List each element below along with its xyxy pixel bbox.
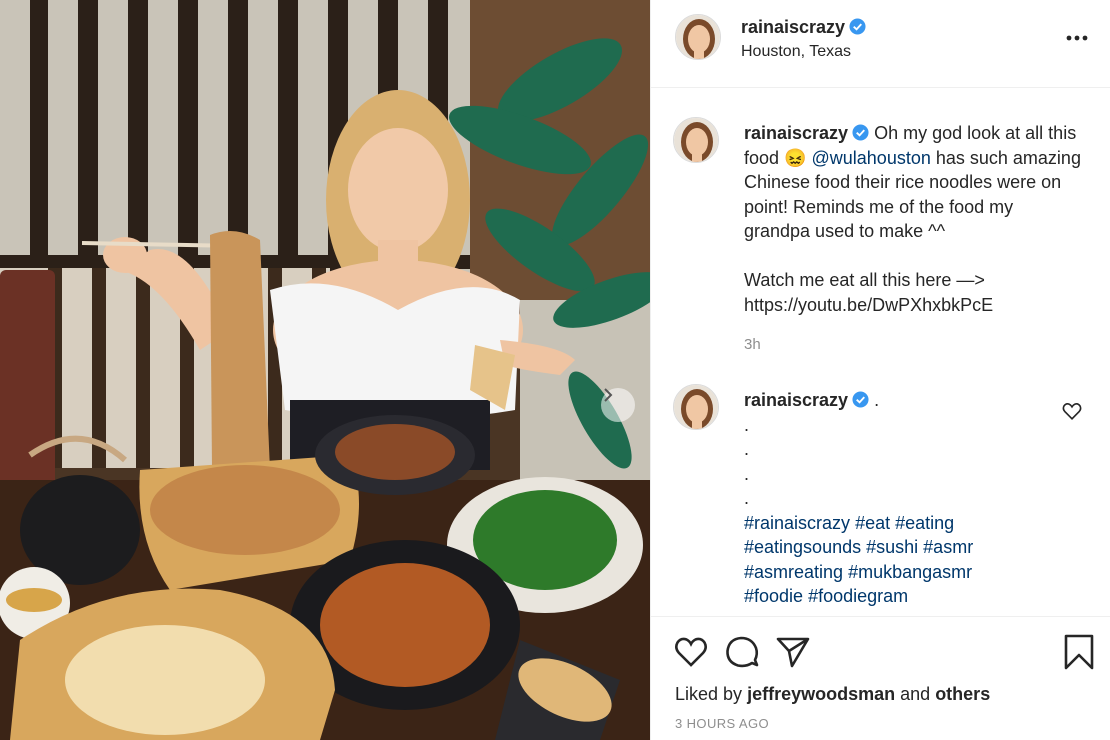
caption-watch: Watch me eat all this here —> (744, 270, 985, 290)
comment-username[interactable]: rainaiscrazy (744, 390, 848, 410)
hashtag-link[interactable]: #rainaiscrazy (744, 513, 850, 533)
hashtag-link[interactable]: #sushi (866, 537, 918, 557)
comment-dot-line: . (744, 488, 750, 508)
food-photo-illustration (0, 0, 650, 740)
comment-avatar[interactable] (673, 384, 719, 430)
avatar-photo (676, 15, 720, 59)
author-username-text[interactable]: rainaiscrazy (741, 17, 845, 37)
comment-text: rainaiscrazy . . . . . #rainaiscrazy #ea… (744, 388, 1084, 609)
caption-username[interactable]: rainaiscrazy (744, 123, 848, 143)
liked-by-label: Liked by (675, 684, 743, 704)
post-header: rainaiscrazy Houston, Texas (651, 0, 1110, 88)
comment-dot: . (874, 390, 880, 410)
hashtag-link[interactable]: #foodiegram (808, 586, 908, 606)
verified-badge-icon (852, 391, 869, 408)
verified-badge-icon (852, 124, 869, 141)
next-photo-button[interactable] (601, 388, 635, 422)
avatar-photo (674, 385, 718, 429)
save-icon[interactable] (1061, 634, 1097, 670)
more-options-icon (1066, 35, 1088, 41)
liked-by-text: Liked by jeffreywoodsman and others (675, 684, 990, 705)
like-icon[interactable] (673, 634, 709, 670)
post-timestamp[interactable]: 3 HOURS AGO (675, 716, 769, 731)
share-icon[interactable] (775, 634, 811, 670)
comments-list[interactable]: rainaiscrazy Oh my god look at all this … (651, 88, 1110, 616)
avatar-photo (674, 118, 718, 162)
caption-avatar[interactable] (673, 117, 719, 163)
more-options-button[interactable] (1062, 26, 1092, 50)
hashtag-link[interactable]: #asmr (923, 537, 973, 557)
hashtag-link[interactable]: #eating (895, 513, 954, 533)
comment-dot-line: . (744, 463, 750, 484)
instagram-post: rainaiscrazy Houston, Texas rainaiscrazy… (0, 0, 1110, 740)
caption-time[interactable]: 3h (744, 336, 761, 353)
post-actions: Liked by jeffreywoodsman and others 3 HO… (651, 616, 1110, 740)
caption-comment: rainaiscrazy Oh my god look at all this … (651, 117, 1110, 357)
post-photo[interactable] (0, 0, 650, 740)
hashtag-link[interactable]: #eatingsounds (744, 537, 861, 557)
post-side-panel: rainaiscrazy Houston, Texas rainaiscrazy… (650, 0, 1110, 740)
verified-badge-icon (849, 18, 866, 35)
liked-by-and: and (900, 684, 931, 704)
comment-dot-line: . (744, 414, 750, 435)
comment-icon[interactable] (724, 634, 760, 670)
caption-mention[interactable]: @wulahouston (812, 148, 931, 168)
post-location[interactable]: Houston, Texas (741, 43, 851, 61)
hashtag-link[interactable]: #eat (855, 513, 890, 533)
caption-text: rainaiscrazy Oh my god look at all this … (744, 121, 1084, 317)
hashtag-link[interactable]: #foodie (744, 586, 803, 606)
caption-link[interactable]: https://youtu.be/DwPXhxbkPcE (744, 295, 993, 315)
author-avatar[interactable] (675, 14, 721, 60)
liked-by-user[interactable]: jeffreywoodsman (747, 684, 895, 704)
hashtag-link[interactable]: #asmreating (744, 562, 843, 582)
author-username[interactable]: rainaiscrazy (741, 17, 866, 38)
hashtag-comment: rainaiscrazy . . . . . #rainaiscrazy #ea… (651, 384, 1110, 614)
caption-emoji: 😖 (784, 147, 807, 168)
comment-dot-line: . (744, 439, 750, 459)
liked-by-others[interactable]: others (935, 684, 990, 704)
comment-like-icon[interactable] (1061, 400, 1083, 422)
hashtag-link[interactable]: #mukbangasmr (848, 562, 972, 582)
next-arrow-icon (604, 388, 613, 402)
